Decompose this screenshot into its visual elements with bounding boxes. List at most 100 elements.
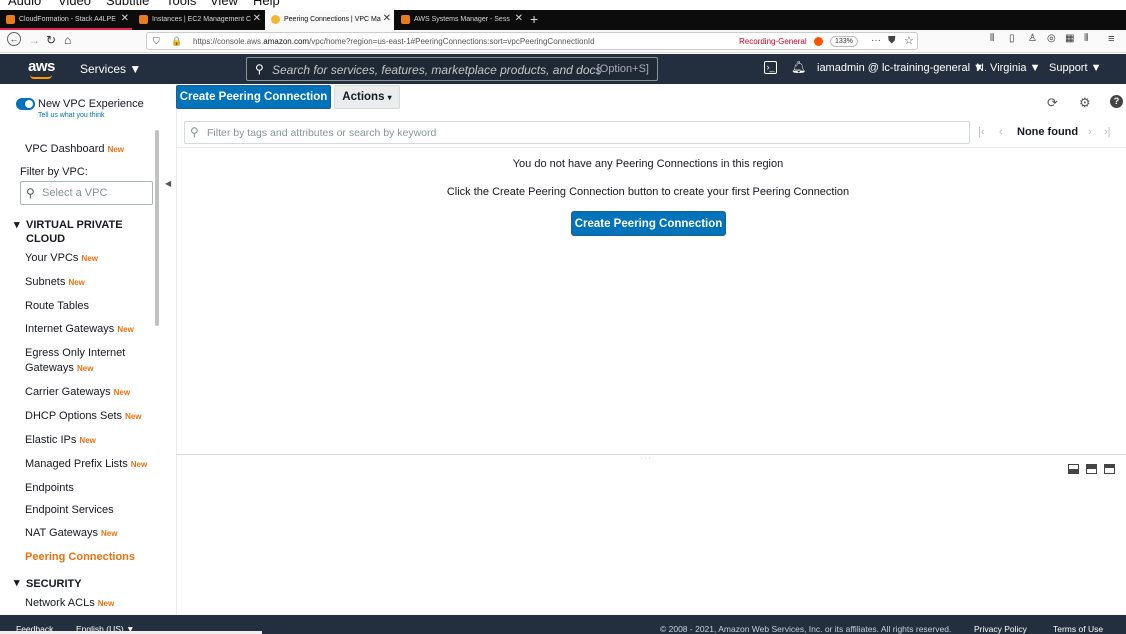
empty-state-create-button[interactable]: Create Peering Connection	[571, 211, 726, 236]
menu-subtitle[interactable]: Subtitle	[106, 0, 149, 8]
details-pane-splitter[interactable]	[176, 454, 1126, 455]
tab-label: AWS Systems Manager - Sess	[414, 16, 510, 23]
url-prefix: https://console.aws.	[193, 37, 264, 46]
refresh-icon[interactable]: ⟳	[1047, 95, 1058, 111]
vpc-sidebar: New VPC Experience Tell us what you thin…	[0, 84, 162, 615]
footer-privacy-link[interactable]: Privacy Policy	[974, 624, 1027, 634]
sidebar-item-egress-only-internet-gateways[interactable]: Egress Only Internet Gateways New	[25, 346, 140, 376]
cloudshell-icon[interactable]: ›_	[764, 61, 777, 74]
url-domain: amazon.com	[263, 37, 310, 46]
library-icon[interactable]: ⫴	[990, 33, 994, 44]
feedback-link[interactable]: Tell us what you think	[38, 112, 105, 119]
menu-view[interactable]: View	[210, 0, 238, 8]
home-icon[interactable]: ⌂	[64, 33, 71, 47]
account-menu[interactable]: iamadmin @ lc-training-general ▼	[817, 62, 984, 74]
extension-icon[interactable]: ◎	[1047, 33, 1056, 44]
section-caret-icon[interactable]: ▾	[14, 576, 20, 590]
unified-search-input[interactable]: ⚲ Search for services, features, marketp…	[246, 57, 658, 81]
footer-terms-link[interactable]: Terms of Use	[1053, 624, 1103, 634]
vpc-filter-select[interactable]: ⚲ Select a VPC	[20, 181, 153, 205]
menu-audio[interactable]: Audio	[8, 0, 41, 8]
main-toolbar: Create Peering Connection Actions ▾ ⟳ ⚙ …	[176, 84, 1126, 116]
sidebar-item-label: NAT Gateways	[25, 527, 98, 539]
tab-peering-connections[interactable]: Peering Connections | VPC Ma ✕	[265, 10, 394, 30]
layout-top-icon[interactable]	[1104, 464, 1115, 474]
sidebar-item-vpc-dashboard[interactable]: VPC Dashboard New	[25, 142, 124, 157]
close-tab-icon[interactable]: ✕	[515, 13, 523, 24]
shield-icon[interactable]: ⛉	[153, 36, 160, 47]
next-page-icon[interactable]: ›	[1088, 126, 1092, 138]
sidebar-item-network-acls[interactable]: Network ACLs New	[25, 596, 114, 611]
grid-extension-icon[interactable]: ▦	[1065, 33, 1074, 44]
more-actions-icon[interactable]: ···	[871, 35, 881, 46]
sidebar-item-label: VPC Dashboard	[25, 143, 105, 155]
vpc-select-placeholder: Select a VPC	[42, 187, 108, 199]
new-badge: New	[97, 599, 115, 608]
region-menu[interactable]: N. Virginia ▼	[976, 62, 1041, 74]
sidebar-toggle-icon[interactable]: ▯	[1009, 33, 1015, 44]
sidebar-item-label: Subnets	[25, 276, 66, 288]
layout-bottom-icon[interactable]	[1068, 464, 1079, 474]
sidebar-item-nat-gateways[interactable]: NAT Gateways New	[25, 526, 117, 541]
sidebar-item-your-vpcs[interactable]: Your VPCs New	[25, 251, 98, 266]
forward-icon[interactable]: →	[28, 33, 40, 47]
help-icon[interactable]: ?	[1110, 95, 1123, 108]
sidebar-item-endpoint-services[interactable]: Endpoint Services	[25, 503, 114, 518]
browser-nav-bar: ← → ↻ ⌂ ⛉ 🔒 https://console.aws.amazon.c…	[0, 30, 1126, 53]
sidebar-item-label: Route Tables	[25, 300, 90, 312]
bell-icon[interactable]: 🔔︎	[791, 60, 806, 74]
section-caret-icon[interactable]: ▾	[14, 218, 20, 232]
reload-icon[interactable]: ↻	[46, 33, 56, 47]
back-icon[interactable]: ←	[7, 32, 21, 46]
menu-video[interactable]: Video	[58, 0, 91, 8]
gear-icon[interactable]: ⚙	[1079, 95, 1091, 111]
sidebar-item-internet-gateways[interactable]: Internet Gateways New	[25, 322, 134, 337]
new-badge: New	[79, 436, 96, 445]
zoom-level[interactable]: 133%	[830, 36, 858, 47]
sidebar-item-peering-connections[interactable]: Peering Connections	[25, 550, 135, 565]
sidebar-scrollbar[interactable]	[155, 130, 159, 326]
sidebar-item-route-tables[interactable]: Route Tables	[25, 299, 89, 314]
layout-split-icon[interactable]	[1086, 464, 1097, 474]
prev-page-icon[interactable]: ‹	[999, 126, 1003, 138]
last-page-icon[interactable]: ›|	[1104, 126, 1111, 138]
close-tab-icon[interactable]: ✕	[121, 13, 129, 24]
create-peering-connection-button[interactable]: Create Peering Connection	[176, 85, 331, 109]
actions-button[interactable]: Actions ▾	[334, 85, 400, 109]
section-security[interactable]: SECURITY	[26, 577, 82, 591]
lock-icon[interactable]: 🔒	[171, 36, 182, 47]
splitter-grip-icon[interactable]: · · ·	[640, 455, 651, 462]
menu-help[interactable]: Help	[253, 0, 280, 8]
sidebar-item-endpoints[interactable]: Endpoints	[25, 481, 74, 496]
services-menu[interactable]: Services ▼	[80, 62, 141, 76]
close-tab-icon[interactable]: ✕	[383, 13, 391, 24]
sidebar-item-dhcp-options-sets[interactable]: DHCP Options Sets New	[25, 409, 142, 424]
hamburger-menu-icon[interactable]: ≡	[1108, 33, 1114, 45]
new-badge: New	[76, 364, 94, 373]
tab-systems-manager[interactable]: AWS Systems Manager - Sess ✕	[395, 10, 526, 30]
close-tab-icon[interactable]: ✕	[253, 13, 261, 24]
sidebar-item-label: Endpoint Services	[25, 504, 114, 516]
tab-ec2-instances[interactable]: Instances | EC2 Management C ✕	[133, 10, 264, 30]
resource-filter-input[interactable]: ⚲ Filter by tags and attributes or searc…	[184, 121, 970, 144]
url-bar[interactable]: ⛉ 🔒 https://console.aws.amazon.com/vpc/h…	[146, 32, 918, 50]
first-page-icon[interactable]: |‹	[978, 126, 985, 138]
new-tab-icon[interactable]: +	[530, 11, 538, 27]
pocket-icon[interactable]: ⛊	[888, 35, 896, 46]
columns-extension-icon[interactable]: ⦀	[1084, 33, 1088, 44]
aws-logo[interactable]: aws	[28, 58, 55, 75]
section-virtual-private-cloud[interactable]: VIRTUAL PRIVATE CLOUD	[26, 218, 146, 246]
sidebar-item-carrier-gateways[interactable]: Carrier Gateways New	[25, 385, 130, 400]
account-icon[interactable]: ♙	[1028, 33, 1037, 44]
bookmark-star-icon[interactable]: ☆	[904, 34, 914, 47]
menu-tools[interactable]: Tools	[166, 0, 196, 8]
url-text[interactable]: https://console.aws.amazon.com/vpc/home?…	[193, 37, 595, 46]
new-experience-toggle[interactable]	[16, 98, 35, 110]
sidebar-item-managed-prefix-lists[interactable]: Managed Prefix Lists New	[25, 457, 147, 472]
sidebar-item-elastic-ips[interactable]: Elastic IPs New	[25, 433, 96, 448]
sidebar-item-subnets[interactable]: Subnets New	[25, 275, 85, 290]
collapse-sidebar-icon[interactable]: ◀	[165, 179, 171, 188]
support-menu[interactable]: Support ▼	[1049, 62, 1101, 74]
aws-smile-icon	[30, 75, 52, 79]
tab-cloudformation[interactable]: CloudFormation - Stack A4LPE ✕	[0, 10, 132, 30]
